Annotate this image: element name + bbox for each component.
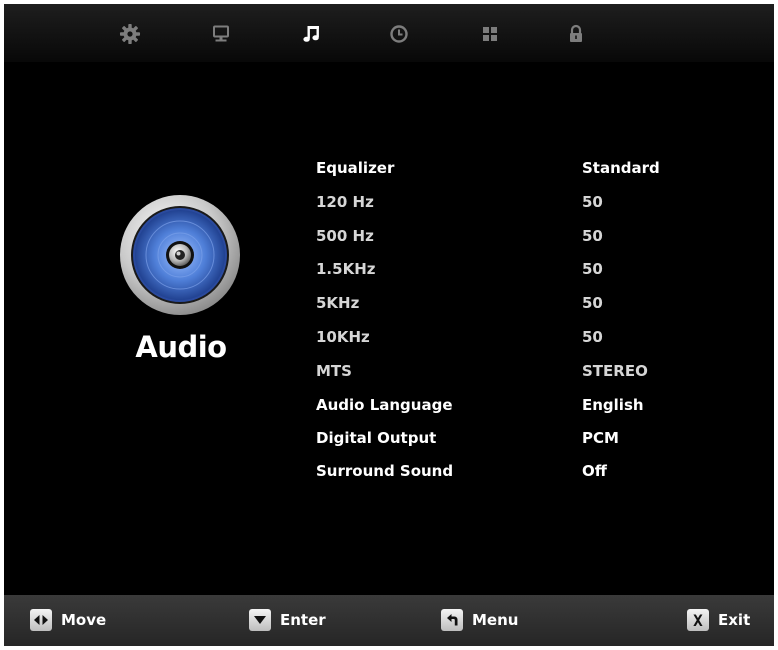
menu-label: MTS xyxy=(316,362,352,380)
menu-value: PCM xyxy=(582,429,619,447)
tab-picture[interactable] xyxy=(207,20,235,48)
hint-menu-label: Menu xyxy=(472,611,519,629)
menu-label: Digital Output xyxy=(316,429,437,447)
menu-row-1-5khz[interactable]: 1.5KHz 50 xyxy=(4,257,774,281)
tab-lock[interactable] xyxy=(562,20,590,48)
menu-row-mts[interactable]: MTS STEREO xyxy=(4,359,774,383)
menu-row-equalizer[interactable]: Equalizer Standard xyxy=(4,156,774,180)
menu-value: 50 xyxy=(582,294,603,312)
menu-row-surround-sound[interactable]: Surround Sound Off xyxy=(4,459,774,483)
menu-value: Off xyxy=(582,462,607,480)
menu-label: 1.5KHz xyxy=(316,260,376,278)
menu-row-audio-language[interactable]: Audio Language English xyxy=(4,393,774,417)
menu-value: STEREO xyxy=(582,362,648,380)
tv-settings-screen: Audio Equalizer Standard 120 Hz 50 500 H… xyxy=(4,4,774,646)
gear-icon xyxy=(120,24,140,44)
menu-row-5khz[interactable]: 5KHz 50 xyxy=(4,291,774,315)
menu-row-500hz[interactable]: 500 Hz 50 xyxy=(4,224,774,248)
menu-value: 50 xyxy=(582,260,603,278)
menu-label: Audio Language xyxy=(316,396,453,414)
monitor-icon xyxy=(213,25,229,42)
menu-value: 50 xyxy=(582,227,603,245)
tab-audio[interactable] xyxy=(298,20,326,48)
lock-icon xyxy=(570,24,582,42)
hint-enter: Enter xyxy=(249,607,326,633)
return-arrow-icon xyxy=(441,609,463,631)
hint-move: Move xyxy=(30,607,106,633)
hint-enter-label: Enter xyxy=(280,611,326,629)
hint-menu: Menu xyxy=(441,607,518,633)
menu-value: Standard xyxy=(582,159,660,177)
hint-exit-label: Exit xyxy=(718,611,751,629)
menu-row-120hz[interactable]: 120 Hz 50 xyxy=(4,190,774,214)
hint-move-label: Move xyxy=(61,611,107,629)
x-key-icon: X xyxy=(687,609,709,631)
menu-row-digital-output[interactable]: Digital Output PCM xyxy=(4,426,774,450)
menu-label: 500 Hz xyxy=(316,227,374,245)
menu-value: English xyxy=(582,396,644,414)
hint-exit: X Exit xyxy=(687,607,750,633)
tab-time[interactable] xyxy=(385,20,413,48)
menu-row-10khz[interactable]: 10KHz 50 xyxy=(4,325,774,349)
menu-value: 50 xyxy=(582,193,603,211)
top-tab-bar xyxy=(4,4,774,62)
menu-label: Surround Sound xyxy=(316,462,454,480)
left-right-arrows-icon xyxy=(30,609,52,631)
tab-apps[interactable] xyxy=(476,20,504,48)
x-key-text: X xyxy=(693,610,703,630)
button-hint-bar: Move Enter Menu X Exit xyxy=(4,595,774,646)
menu-label: 5KHz xyxy=(316,294,360,312)
tab-settings[interactable] xyxy=(116,20,144,48)
down-arrow-icon xyxy=(249,609,271,631)
clock-icon xyxy=(390,25,408,43)
music-note-icon xyxy=(303,26,319,42)
grid-icon xyxy=(483,27,497,41)
menu-label: 120 Hz xyxy=(316,193,374,211)
menu-label: 10KHz xyxy=(316,328,370,346)
menu-value: 50 xyxy=(582,328,603,346)
menu-label: Equalizer xyxy=(316,159,395,177)
